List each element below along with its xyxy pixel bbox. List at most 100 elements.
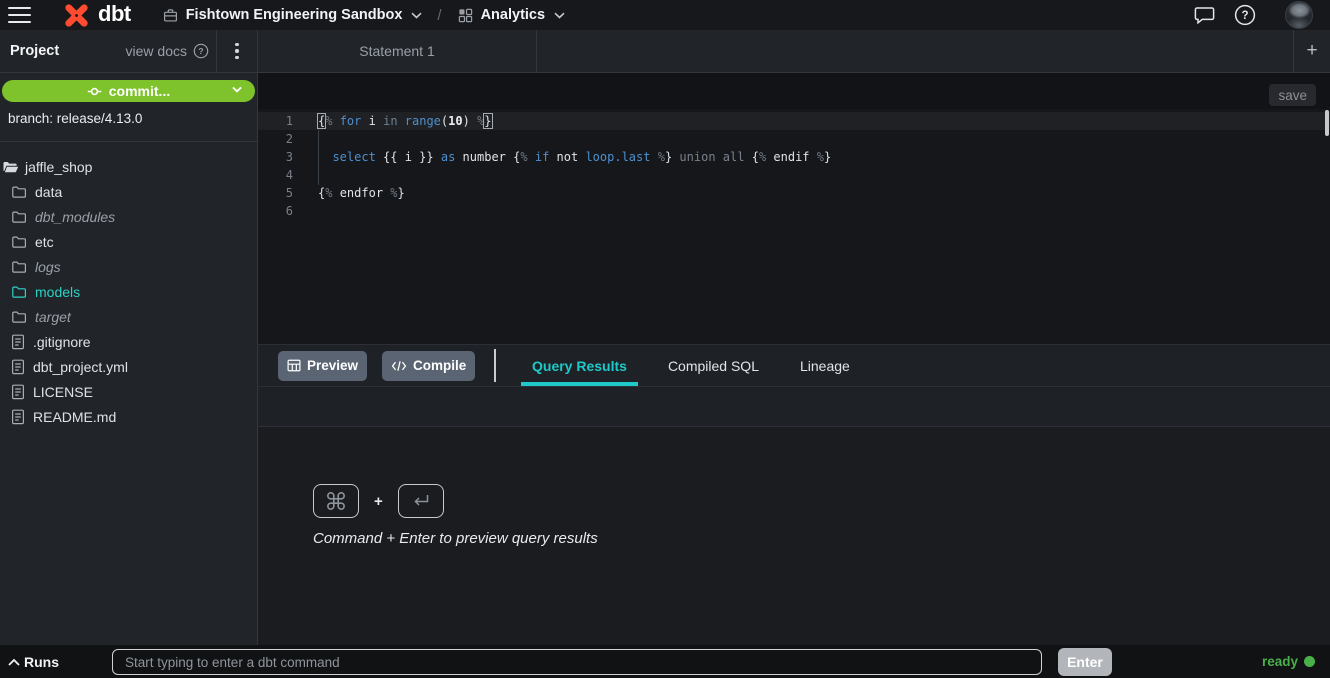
file-icon [11, 359, 25, 375]
tree-item-label: LICENSE [33, 384, 93, 400]
tree-item-label: dbt_modules [35, 209, 115, 225]
tree-item--gitignore[interactable]: .gitignore [0, 329, 257, 354]
tree-item-label: jaffle_shop [25, 159, 92, 175]
header-divider [216, 30, 217, 72]
code-editor[interactable]: save 1 {% for i in range(10) %} 23 select … [258, 73, 1330, 345]
line-number: 4 [258, 166, 293, 184]
branch-label: branch: release/4.13.0 [8, 111, 257, 126]
sidebar: Project view docs ? commit... branch: re… [0, 30, 258, 645]
shortcut-keys: + [313, 484, 444, 518]
line-number: 2 [258, 130, 293, 148]
save-button[interactable]: save [1269, 84, 1316, 106]
briefcase-icon [163, 8, 178, 23]
tree-item-license[interactable]: LICENSE [0, 379, 257, 404]
line-number: 5 [258, 184, 293, 202]
tree-item-readme-md[interactable]: README.md [0, 404, 257, 429]
tree-item-label: logs [35, 259, 61, 275]
svg-text:?: ? [198, 46, 203, 56]
tab-query-results[interactable]: Query Results [521, 345, 638, 386]
results-tabs: Query Results Compiled SQL Lineage [521, 345, 861, 386]
toolbar-divider [494, 349, 496, 382]
account-breadcrumb[interactable]: Analytics [481, 7, 545, 23]
top-bar: dbt Fishtown Engineering Sandbox / Analy… [0, 0, 1330, 30]
account-chevron-down-icon[interactable] [554, 12, 565, 19]
workspace: Statement 1 + save 1 {% for i in range(10… [258, 30, 1330, 645]
code-text: {% endfor %} [318, 184, 405, 202]
command-bar: Runs Enter ready [0, 645, 1330, 678]
tree-item-dbt-modules[interactable]: dbt_modules [0, 204, 257, 229]
code-line-2[interactable]: 2 [258, 130, 1330, 148]
status-dot [1304, 656, 1315, 667]
svg-text:?: ? [1241, 10, 1248, 22]
tab-statement-1[interactable]: Statement 1 [258, 30, 537, 72]
folder-icon [11, 284, 27, 300]
tree-item-label: data [35, 184, 62, 200]
sidebar-menu-icon[interactable] [229, 30, 245, 72]
status-indicator: ready [1262, 645, 1315, 678]
code-text: select {{ i }} as number {% if not loop.… [318, 148, 831, 166]
tree-item-logs[interactable]: logs [0, 254, 257, 279]
code-line-6[interactable]: 6 [258, 202, 1330, 220]
commit-button[interactable]: commit... [2, 80, 255, 102]
tree-item-etc[interactable]: etc [0, 229, 257, 254]
editor-tab-bar: Statement 1 + [258, 30, 1330, 73]
tab-lineage[interactable]: Lineage [789, 345, 861, 386]
file-tree: jaffle_shopdata dbt_modulesetc logs models t… [0, 142, 257, 429]
line-number: 6 [258, 202, 293, 220]
dbt-brand-text: dbt [98, 3, 131, 27]
tree-item-jaffle-shop[interactable]: jaffle_shop [0, 154, 257, 179]
folder-icon [11, 234, 27, 250]
user-avatar[interactable] [1285, 1, 1313, 29]
runs-toggle[interactable]: Runs [8, 654, 59, 670]
commit-chevron-down-icon[interactable] [232, 86, 242, 93]
project-breadcrumb[interactable]: Fishtown Engineering Sandbox [186, 7, 403, 23]
enter-key-icon [398, 484, 444, 518]
code-line-3[interactable]: 3 select {{ i }} as number {% if not loo… [258, 148, 1330, 166]
chevron-up-icon [8, 658, 20, 666]
tree-item-models[interactable]: models [0, 279, 257, 304]
breadcrumb-separator: / [437, 7, 441, 24]
compile-label: Compile [413, 358, 466, 373]
editor-scrollbar[interactable] [1325, 110, 1329, 136]
commit-label: commit... [109, 83, 170, 99]
hamburger-menu-icon[interactable] [8, 7, 31, 23]
tree-item-label: etc [35, 234, 54, 250]
help-icon[interactable]: ? [1234, 4, 1256, 26]
code-line-1[interactable]: 1 {% for i in range(10) %} [258, 112, 1330, 130]
enter-button[interactable]: Enter [1058, 648, 1112, 676]
status-label: ready [1262, 654, 1298, 669]
code-line-4[interactable]: 4 [258, 166, 1330, 184]
compile-button[interactable]: Compile [382, 351, 475, 381]
dbt-logo-icon[interactable] [62, 2, 91, 29]
tree-item-dbt-project-yml[interactable]: dbt_project.yml [0, 354, 257, 379]
command-input[interactable] [112, 649, 1042, 675]
file-icon [11, 384, 25, 400]
plus-label: + [374, 493, 383, 510]
code-line-5[interactable]: 5 {% endfor %} [258, 184, 1330, 202]
tree-item-label: dbt_project.yml [33, 359, 128, 375]
grid-icon [458, 8, 473, 23]
folder-icon [11, 209, 27, 225]
sidebar-header: Project view docs ? [0, 30, 257, 73]
code-lines: 1 {% for i in range(10) %} 23 select {{ i … [258, 112, 1330, 220]
results-panel: + Command + Enter to preview query resul… [258, 427, 1330, 645]
help-circle-icon: ? [193, 43, 209, 59]
tab-compiled-sql[interactable]: Compiled SQL [657, 345, 770, 386]
results-toolbar: Preview Compile Query Results Compiled SQ… [258, 345, 1330, 387]
folder-icon [11, 184, 27, 200]
tree-item-data[interactable]: data [0, 179, 257, 204]
preview-button[interactable]: Preview [278, 351, 367, 381]
command-key-icon [313, 484, 359, 518]
tree-item-label: README.md [33, 409, 116, 425]
chat-icon[interactable] [1194, 6, 1215, 25]
shortcut-hint: Command + Enter to preview query results [313, 530, 598, 547]
code-text: {% for i in range(10) %} [318, 112, 492, 130]
project-chevron-down-icon[interactable] [411, 12, 422, 19]
tree-item-target[interactable]: target [0, 304, 257, 329]
tree-item-label: .gitignore [33, 334, 91, 350]
new-tab-button[interactable]: + [1293, 30, 1330, 72]
tree-item-label: models [35, 284, 80, 300]
view-docs-link[interactable]: view docs ? [126, 43, 209, 59]
indent-guide [318, 130, 319, 185]
line-number: 1 [258, 112, 293, 130]
